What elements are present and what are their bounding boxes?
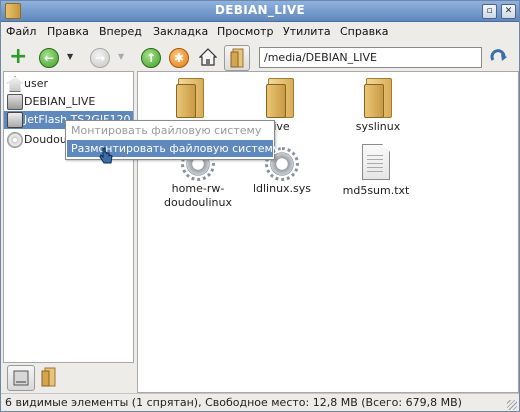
sidebar-item-label: DEBIAN_LIVE (24, 95, 96, 108)
location-input[interactable]: /media/DEBIAN_LIVE (259, 47, 482, 68)
menu-bar: Файл Правка Вперед Закладка Просмотр Ути… (1, 22, 519, 41)
status-text: 6 видимые элементы (1 спрятан), Свободно… (5, 396, 462, 409)
location-value: /media/DEBIAN_LIVE (264, 51, 377, 64)
reload-arrow-icon[interactable] (490, 49, 508, 65)
forward-history-dropdown-icon[interactable]: ▼ (118, 52, 124, 61)
places-view-button[interactable] (7, 365, 35, 391)
sidebar-item-label: user (24, 77, 48, 90)
usb-drive-icon (7, 112, 23, 128)
hand-cursor-icon (99, 147, 113, 164)
folder-tree-icon[interactable] (39, 367, 57, 387)
folder-icon (230, 48, 244, 68)
file-name: syslinux (355, 120, 401, 133)
back-history-dropdown-icon[interactable]: ▼ (67, 52, 73, 61)
folder-icon (364, 78, 392, 118)
title-bar[interactable]: DEBIAN_LIVE ▫ ✕ (1, 1, 519, 22)
back-arrow-icon[interactable]: ← (39, 48, 59, 68)
home-icon[interactable] (199, 48, 217, 66)
menu-help[interactable]: Справка (340, 25, 388, 38)
text-file-icon (362, 144, 390, 180)
plus-icon[interactable]: + (9, 46, 27, 68)
forward-arrow-icon[interactable]: → (90, 48, 110, 68)
sidebar-places: user DEBIAN_LIVE JetFlash TS2GJF120 Doud… (3, 71, 134, 363)
location-toggle-button[interactable] (224, 45, 250, 71)
menu-item-label: Монтировать файловую систему (71, 124, 262, 137)
resize-grip-icon[interactable] (507, 400, 517, 410)
menu-view[interactable]: Просмотр (217, 25, 273, 38)
file-item[interactable] (150, 78, 230, 120)
folder-icon (176, 78, 204, 118)
sidebar-item-user[interactable]: user (4, 75, 133, 93)
sidebar-item-label: Doudou (24, 133, 67, 146)
menu-item-mount[interactable]: Монтировать файловую систему (67, 122, 273, 139)
drive-icon (13, 370, 29, 386)
sidebar-item-debian-live[interactable]: DEBIAN_LIVE (4, 93, 133, 111)
window-title: DEBIAN_LIVE (215, 3, 305, 17)
file-name: md5sum.txt (342, 184, 410, 197)
menu-tools[interactable]: Утилита (283, 25, 331, 38)
stop-icon[interactable]: ✱ (169, 48, 189, 68)
file-item[interactable]: md5sum.txt (336, 144, 416, 198)
file-name: ldlinux.sys (252, 182, 312, 195)
menu-edit[interactable]: Правка (47, 25, 89, 38)
menu-item-unmount[interactable]: Размонтировать файловую систему (67, 140, 279, 157)
context-menu: Монтировать файловую систему Размонтиров… (65, 120, 279, 160)
file-name: home-rw-doudoulinux (164, 182, 232, 209)
home-icon (7, 76, 23, 92)
close-button[interactable]: ✕ (501, 4, 516, 19)
minimize-button[interactable]: ▫ (482, 4, 497, 19)
sidebar-mode-bar (3, 363, 132, 391)
menu-file[interactable]: Файл (6, 25, 36, 38)
folder-icon (266, 78, 294, 118)
file-manager-window: DEBIAN_LIVE ▫ ✕ Файл Правка Вперед Закла… (0, 0, 520, 412)
file-item[interactable]: syslinux (338, 78, 418, 134)
optical-disc-icon (7, 132, 23, 148)
status-bar: 6 видимые элементы (1 спрятан), Свободно… (1, 393, 519, 412)
menu-bookmarks[interactable]: Закладка (153, 25, 208, 38)
up-arrow-icon[interactable]: ↑ (141, 48, 161, 68)
drive-icon (7, 94, 23, 110)
menu-go[interactable]: Вперед (99, 25, 142, 38)
